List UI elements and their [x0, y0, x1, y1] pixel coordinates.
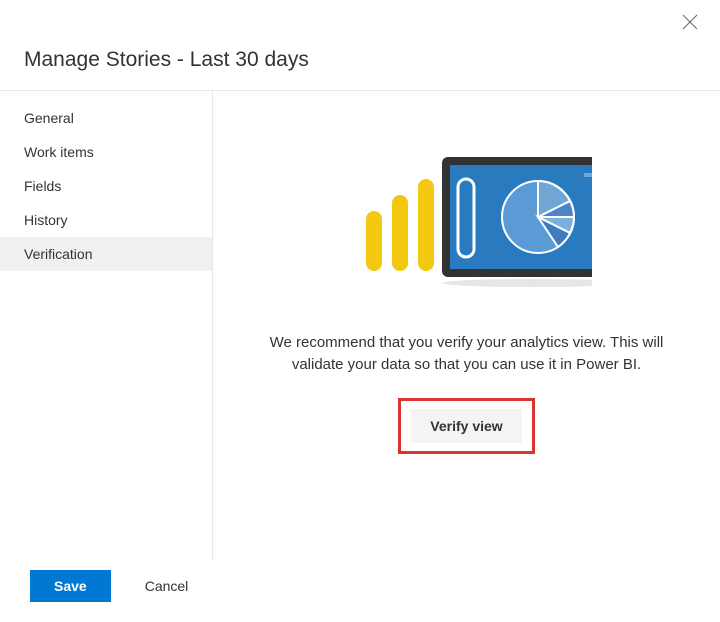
sidebar-item-general[interactable]: General: [0, 101, 212, 135]
close-icon[interactable]: [682, 14, 698, 30]
sidebar-item-label: Fields: [24, 178, 61, 194]
sidebar-item-label: Verification: [24, 246, 92, 262]
sidebar-item-label: History: [24, 212, 68, 228]
cancel-button[interactable]: Cancel: [125, 570, 209, 602]
dialog-header: Manage Stories - Last 30 days: [0, 0, 720, 90]
sidebar-item-verification[interactable]: Verification: [0, 237, 212, 271]
chart-illustration-icon: [342, 151, 592, 296]
main-panel: We recommend that you verify your analyt…: [213, 91, 720, 561]
sidebar-item-work-items[interactable]: Work items: [0, 135, 212, 169]
verification-message: We recommend that you verify your analyt…: [253, 332, 680, 376]
content-area: General Work items Fields History Verifi…: [0, 91, 720, 561]
dialog-footer: Save Cancel: [30, 570, 208, 602]
sidebar-item-label: Work items: [24, 144, 94, 160]
sidebar-item-history[interactable]: History: [0, 203, 212, 237]
sidebar-item-fields[interactable]: Fields: [0, 169, 212, 203]
sidebar-item-label: General: [24, 110, 74, 126]
verify-highlight-box: Verify view: [398, 398, 534, 454]
save-button[interactable]: Save: [30, 570, 111, 602]
sidebar: General Work items Fields History Verifi…: [0, 91, 213, 561]
verify-view-button[interactable]: Verify view: [411, 409, 521, 443]
page-title: Manage Stories - Last 30 days: [24, 48, 696, 72]
